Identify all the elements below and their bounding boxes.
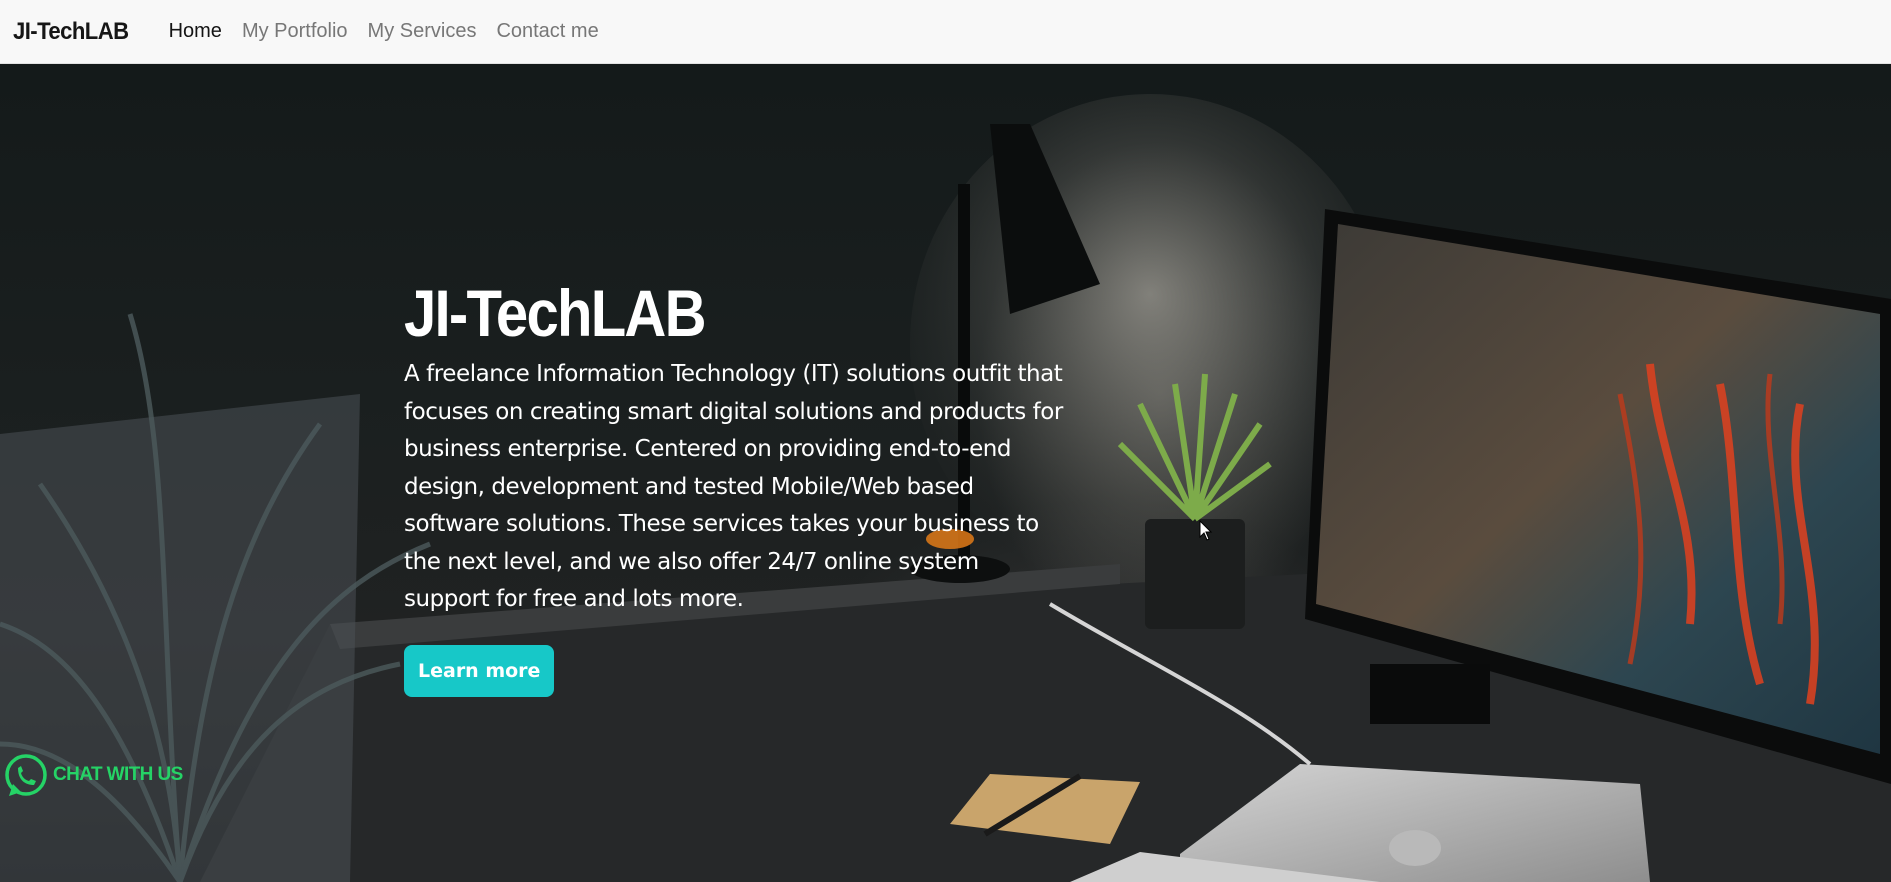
hero-title: JI-TechLAB <box>404 276 707 350</box>
hero-description: A freelance Information Technology (IT) … <box>404 361 1063 612</box>
mouse-cursor-icon <box>1199 520 1213 541</box>
nav-link-portfolio[interactable]: My Portfolio <box>242 20 348 43</box>
top-navbar: JI-TechLAB Home My Portfolio My Services… <box>0 0 1891 64</box>
brand-logo[interactable]: JI-TechLAB <box>13 18 129 46</box>
chat-with-us-widget[interactable]: CHAT WITH US <box>3 752 183 798</box>
picture-frame <box>0 394 360 882</box>
hero-section: JI-TechLAB A freelance Information Techn… <box>0 64 1891 882</box>
hero-content: JI-TechLAB A freelance Information Techn… <box>404 276 1064 697</box>
monitor-icon <box>1305 209 1891 784</box>
nav-link-contact[interactable]: Contact me <box>496 20 598 43</box>
nav-link-services[interactable]: My Services <box>368 20 477 43</box>
nav-link-home[interactable]: Home <box>169 20 222 43</box>
chat-with-us-label: CHAT WITH US <box>53 764 183 785</box>
learn-more-button[interactable]: Learn more <box>404 644 555 697</box>
whatsapp-icon <box>5 754 47 796</box>
